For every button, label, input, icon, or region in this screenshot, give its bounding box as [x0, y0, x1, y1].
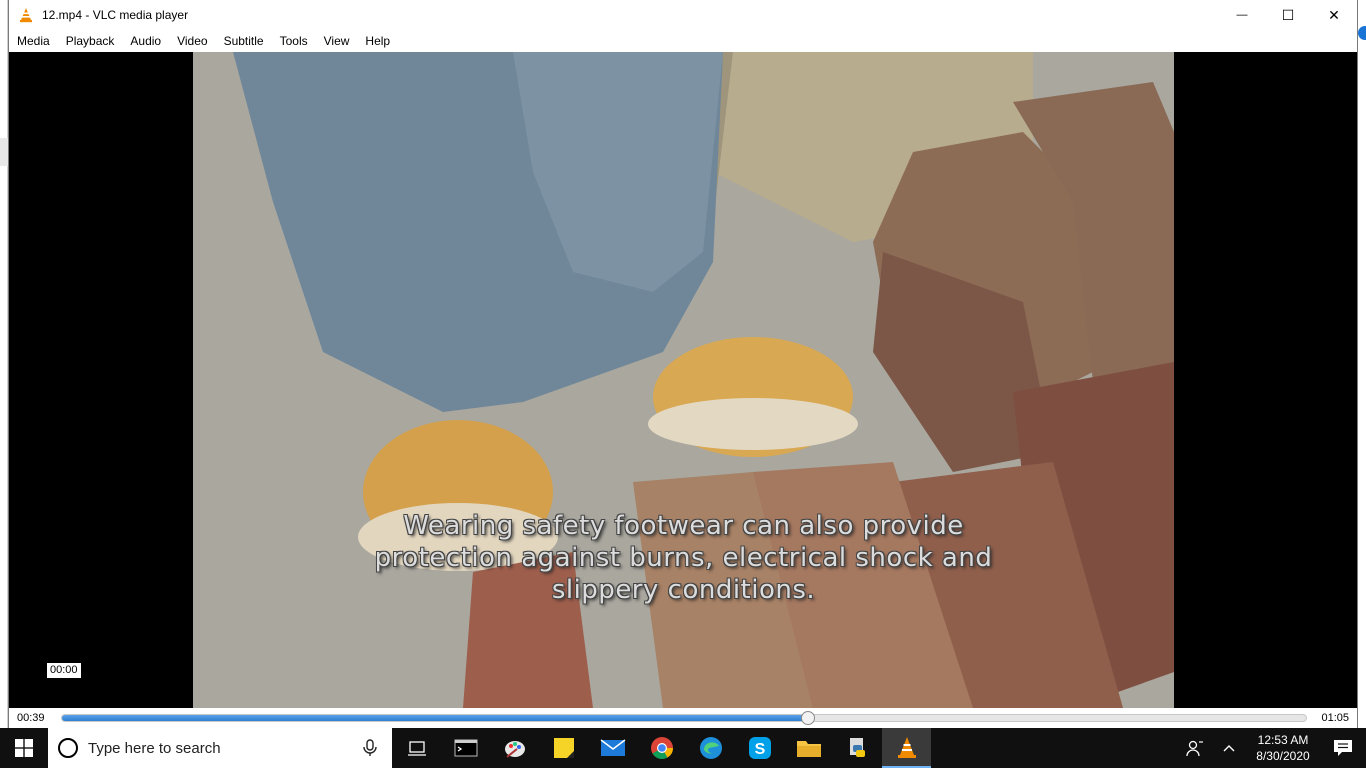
menu-help[interactable]: Help [357, 30, 398, 52]
video-area[interactable]: Wearing safety footwear can also provide… [9, 52, 1357, 708]
python-icon[interactable] [833, 728, 882, 768]
menu-audio[interactable]: Audio [122, 30, 169, 52]
svg-text:S: S [754, 741, 765, 758]
skype-icon[interactable]: S [735, 728, 784, 768]
maximize-button[interactable]: ☐ [1265, 0, 1311, 30]
window-controls: — ☐ ✕ [1219, 0, 1357, 30]
notification-center-icon[interactable] [1320, 728, 1366, 768]
seek-time-tooltip: 00:00 [46, 662, 82, 683]
seek-slider[interactable] [61, 711, 1307, 725]
elapsed-time[interactable]: 00:39 [9, 712, 61, 724]
minimize-icon: — [1236, 9, 1248, 21]
subtitle-line: Wearing safety footwear can also provide [403, 511, 964, 541]
desktop-badge [1358, 26, 1366, 40]
menu-bar: Media Playback Audio Video Subtitle Tool… [9, 30, 1357, 52]
menu-video[interactable]: Video [169, 30, 215, 52]
taskbar: Type here to search S 12:53 AM 8/30/2020 [0, 728, 1366, 768]
menu-media[interactable]: Media [9, 30, 58, 52]
chrome-icon[interactable] [637, 728, 686, 768]
video-scene [193, 52, 1174, 708]
microphone-icon[interactable] [360, 738, 380, 758]
sticky-notes-icon[interactable] [539, 728, 588, 768]
clock-date: 8/30/2020 [1256, 749, 1310, 763]
task-view-icon[interactable] [392, 728, 441, 768]
close-button[interactable]: ✕ [1311, 0, 1357, 30]
menu-playback[interactable]: Playback [58, 30, 123, 52]
subtitle-line: protection against burns, electrical sho… [374, 543, 993, 573]
title-bar[interactable]: 12.mp4 - VLC media player — ☐ ✕ [9, 0, 1357, 30]
seek-handle[interactable] [801, 711, 816, 725]
total-time[interactable]: 01:05 [1307, 712, 1357, 724]
video-frame: Wearing safety footwear can also provide… [193, 52, 1174, 708]
mail-icon[interactable] [588, 728, 637, 768]
start-button[interactable] [0, 728, 48, 768]
maximize-icon: ☐ [1281, 6, 1295, 23]
seek-bar: 00:39 01:05 [9, 708, 1357, 728]
paint-icon[interactable] [490, 728, 539, 768]
file-explorer-icon[interactable] [784, 728, 833, 768]
subtitle-text: Wearing safety footwear can also provide… [193, 510, 1174, 606]
chevron-up-icon[interactable] [1212, 728, 1246, 768]
taskbar-search[interactable]: Type here to search [48, 728, 392, 768]
subtitle-line: slippery conditions. [551, 575, 816, 605]
menu-view[interactable]: View [316, 30, 358, 52]
search-placeholder: Type here to search [88, 739, 221, 757]
cortana-icon [58, 738, 78, 758]
clock-time: 12:53 AM [1257, 733, 1309, 747]
desktop-stripe [0, 138, 8, 166]
system-tray: 12:53 AM 8/30/2020 [1178, 728, 1366, 768]
window-title: 12.mp4 - VLC media player [42, 8, 189, 22]
desktop-edge-right [1358, 0, 1366, 728]
close-icon: ✕ [1328, 6, 1340, 23]
seek-progress-fill [62, 715, 809, 721]
vlc-icon[interactable] [882, 728, 931, 768]
windows-logo-icon [15, 739, 33, 757]
menu-tools[interactable]: Tools [272, 30, 316, 52]
menu-subtitle[interactable]: Subtitle [216, 30, 272, 52]
vlc-cone-icon [18, 7, 34, 23]
terminal-icon[interactable] [441, 728, 490, 768]
vlc-window: 12.mp4 - VLC media player — ☐ ✕ Media Pl… [8, 0, 1358, 728]
taskbar-clock[interactable]: 12:53 AM 8/30/2020 [1246, 732, 1320, 764]
desktop-edge-left [0, 0, 8, 728]
edge-icon[interactable] [686, 728, 735, 768]
minimize-button[interactable]: — [1219, 0, 1265, 30]
people-icon[interactable] [1178, 728, 1212, 768]
